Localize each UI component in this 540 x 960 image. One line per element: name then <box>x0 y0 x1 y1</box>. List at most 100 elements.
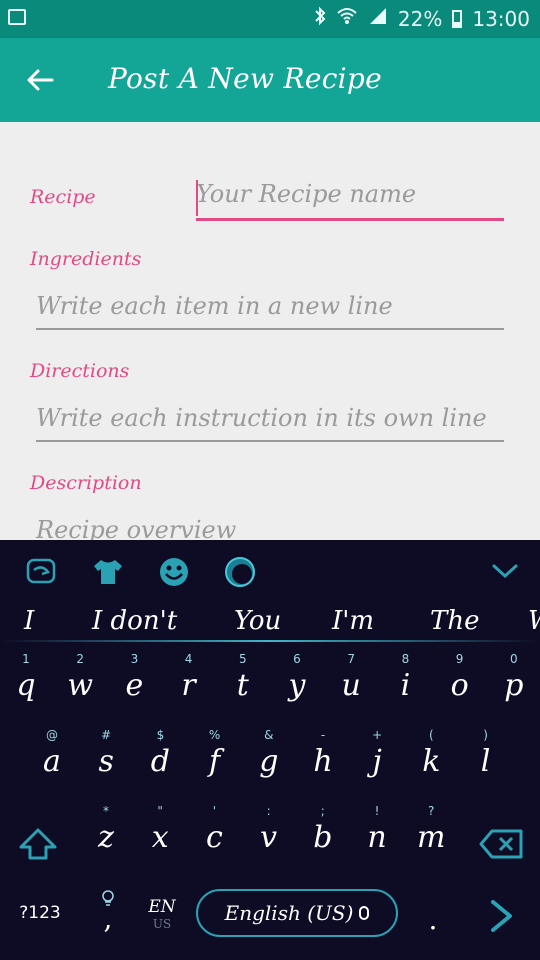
suggestion-divider <box>0 640 540 642</box>
key-a[interactable]: @ a <box>28 728 76 792</box>
key-v[interactable]: :v <box>245 804 293 868</box>
key-label: i <box>400 668 411 703</box>
key-t[interactable]: 5t <box>219 652 267 716</box>
key-g[interactable]: & g <box>245 728 293 792</box>
back-button[interactable] <box>22 62 58 98</box>
language-key[interactable]: EN US <box>142 892 182 936</box>
status-right: 22% 13:00 <box>314 6 530 31</box>
key-label: y <box>288 668 306 703</box>
key-m[interactable]: ? m <box>407 804 455 868</box>
suggestion-item[interactable]: You <box>234 606 281 636</box>
key-hint: $ <box>156 728 165 742</box>
recipe-form: Recipe Your Recipe name Ingredients Writ… <box>0 122 540 540</box>
key-r[interactable]: 4r <box>165 652 213 716</box>
key-label: s <box>98 744 114 779</box>
key-label: d <box>150 744 170 779</box>
recipe-name-input[interactable]: Your Recipe name <box>196 178 504 221</box>
signal-icon <box>368 6 388 31</box>
key-label: k <box>422 744 441 779</box>
key-n[interactable]: ! n <box>353 804 401 868</box>
suggestion-item[interactable]: The <box>430 606 479 636</box>
period-key[interactable]: . <box>418 902 448 936</box>
key-label: p <box>504 668 524 703</box>
key-label: g <box>259 744 279 779</box>
theme-shirt-icon[interactable] <box>90 554 126 590</box>
key-x[interactable]: " x <box>136 804 184 868</box>
emoji-icon[interactable] <box>156 554 192 590</box>
swipe-icon[interactable] <box>24 554 60 590</box>
key-hint: 4 <box>184 652 193 666</box>
language-sub: US <box>152 917 172 931</box>
key-hint: 6 <box>293 652 301 666</box>
battery-percent: 22% <box>397 6 443 31</box>
key-k[interactable]: (k <box>407 728 455 792</box>
key-i[interactable]: 8i <box>381 652 429 716</box>
key-hint: - <box>320 728 326 742</box>
screenshot-icon <box>8 9 26 25</box>
key-hint: 5 <box>238 652 247 666</box>
key-label: l <box>480 744 491 779</box>
key-j[interactable]: + j <box>353 728 401 792</box>
key-label: r <box>181 668 196 703</box>
hide-keyboard-button[interactable] <box>490 556 520 586</box>
recipe-name-placeholder: Your Recipe name <box>196 180 417 208</box>
wifi-icon <box>336 6 358 31</box>
key-f[interactable]: % f <box>191 728 239 792</box>
key-hint: 8 <box>401 652 410 666</box>
key-label: c <box>205 820 223 855</box>
backspace-key[interactable] <box>476 818 526 870</box>
key-hint: 3 <box>130 652 139 666</box>
key-o[interactable]: 9o <box>436 652 484 716</box>
recipe-label: Recipe <box>30 186 96 208</box>
key-hint: # <box>101 728 112 742</box>
text-caret <box>196 180 198 216</box>
key-hint: % <box>208 728 221 742</box>
key-e[interactable]: 3e <box>110 652 158 716</box>
keyboard-toolbar <box>24 554 258 590</box>
key-c[interactable]: ' c <box>190 804 238 868</box>
key-q[interactable]: 1q <box>2 652 50 716</box>
key-label: z <box>98 820 114 855</box>
enter-key[interactable] <box>480 894 524 938</box>
soft-keyboard: I I don't You I'm The W 1q2w3e4r5t6y7u8i… <box>0 540 540 960</box>
suggestion-item[interactable]: I don't <box>92 606 177 636</box>
key-y[interactable]: 6y <box>273 652 321 716</box>
key-p[interactable]: 0p <box>490 652 538 716</box>
key-z[interactable]: * z <box>82 804 130 868</box>
key-h[interactable]: -h <box>299 728 347 792</box>
suggestion-item[interactable]: I'm <box>332 606 374 636</box>
directions-input[interactable]: Write each instruction in its own line <box>36 402 504 442</box>
description-input[interactable]: Recipe overview <box>36 514 504 540</box>
key-label: m <box>416 820 446 855</box>
key-s[interactable]: # s <box>82 728 130 792</box>
key-w[interactable]: 2w <box>56 652 104 716</box>
ingredients-placeholder: Write each item in a new line <box>36 292 393 320</box>
space-bar[interactable]: English (US) <box>196 889 398 937</box>
suggestion-item[interactable]: W <box>528 606 540 636</box>
symbols-key[interactable]: ?123 <box>8 898 72 928</box>
suggestion-item[interactable]: I <box>24 606 34 636</box>
key-hint: & <box>264 728 274 742</box>
key-hint: ! <box>374 804 380 818</box>
comma-key[interactable]: , <box>90 880 126 940</box>
key-d[interactable]: $ d <box>136 728 184 792</box>
sphere-icon[interactable] <box>222 554 258 590</box>
key-u[interactable]: 7u <box>327 652 375 716</box>
status-bar: 22% 13:00 <box>0 0 540 38</box>
key-hint: 7 <box>347 652 355 666</box>
app-toolbar: Post A New Recipe <box>0 38 540 122</box>
chevron-down-icon <box>492 564 518 579</box>
shift-key[interactable] <box>14 818 62 870</box>
description-placeholder: Recipe overview <box>36 516 237 540</box>
space-label: English (US) <box>224 901 354 925</box>
key-hint: + <box>372 728 383 742</box>
key-label: u <box>341 668 361 703</box>
key-hint: ' <box>212 804 217 818</box>
key-hint: 1 <box>22 652 30 666</box>
ingredients-input[interactable]: Write each item in a new line <box>36 290 504 330</box>
key-hint: * <box>103 804 109 818</box>
key-label: o <box>450 668 469 703</box>
key-hint: @ <box>46 728 58 742</box>
key-l[interactable]: ) l <box>462 728 510 792</box>
key-b[interactable]: ; b <box>299 804 347 868</box>
